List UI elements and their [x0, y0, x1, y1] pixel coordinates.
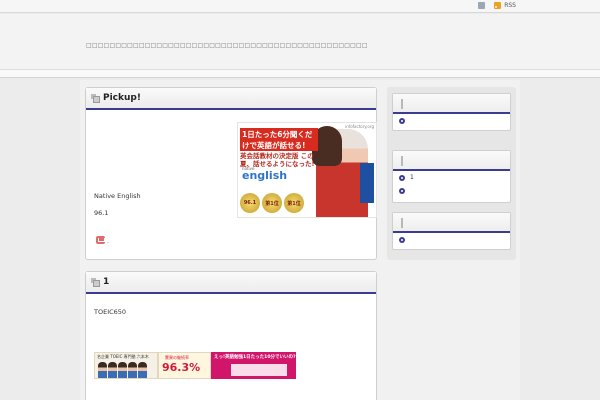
site-header: □□□□□□□□□□□□□□□□□□□□□□□□□□□□□□□□□□□□□□□□…	[0, 14, 600, 70]
rss-links: RSS	[478, 2, 516, 9]
sidebar-widget	[392, 212, 511, 250]
toeic-banner-strip	[231, 364, 287, 376]
widget-list-item[interactable]	[393, 184, 510, 197]
post-title[interactable]: Pickup!	[103, 93, 141, 103]
post-title[interactable]: 1	[103, 277, 109, 287]
site-description: □□□□□□□□□□□□□□□□□□□□□□□□□□□□□□□□□□□□□□□□…	[86, 42, 368, 49]
rss-link[interactable]: RSS	[504, 2, 516, 9]
top-bar: RSS	[0, 0, 600, 13]
banner-side-strip	[360, 163, 374, 203]
post-body-text: TOEIC650	[94, 308, 127, 316]
post-header: 1	[86, 272, 376, 294]
post-pickup: Pickup! infofactory.org 1日たった6分聞くだけで英語が話…	[85, 87, 377, 260]
sidebar: 1	[387, 87, 516, 260]
banner-medals: 96.1 第1位 第1位	[240, 193, 304, 213]
toeic-banner-people	[98, 362, 147, 378]
medal-badge: 第1位	[284, 193, 304, 213]
sidebar-widget: 1	[392, 150, 511, 203]
post-heading-icon	[91, 277, 100, 287]
widget-list-item[interactable]: 1	[393, 171, 510, 184]
product-name: Native English	[94, 192, 141, 200]
medal-badge: 96.1	[240, 193, 260, 213]
widget-list-item[interactable]	[393, 114, 510, 127]
widget-list-item[interactable]	[393, 233, 510, 246]
toeic-banner-left: 名企業 TOEIC 専門塾 六本木	[94, 352, 158, 379]
widget-header	[393, 94, 510, 114]
sidebar-widget	[392, 93, 511, 131]
widget-item-label: 1	[410, 174, 414, 181]
native-english-banner[interactable]: infofactory.org 1日たった6分聞くだけで英語が話せる! 英会話教…	[237, 122, 377, 218]
home-icon[interactable]	[478, 2, 486, 9]
mail-link-suffix: .	[107, 237, 110, 245]
bullet-icon	[399, 187, 405, 194]
banner-logo: english	[242, 169, 288, 182]
bullet-icon	[399, 174, 405, 181]
toeic-banner-question: えっ!英語勉強1日たった10分でいいの?	[214, 355, 296, 360]
toeic-banner-title: 名企業 TOEIC 専門塾 六本木	[97, 354, 149, 359]
rss-icon[interactable]	[494, 2, 502, 9]
post-toeic: 1 TOEIC650 名企業 TOEIC 専門塾 六本木 驚異の継続率 96.3…	[85, 271, 377, 400]
post-header: Pickup!	[86, 88, 376, 110]
nav-bar	[0, 70, 600, 78]
banner-headline: 1日たった6分聞くだけで英語が話せる!	[240, 128, 318, 151]
banner-tag: infofactory.org	[345, 124, 374, 129]
toeic-banner-right: えっ!英語勉強1日たった10分でいいの?	[211, 352, 296, 379]
post-heading-icon	[91, 93, 100, 103]
toeic-banner-rate: 驚異の継続率 96.3%	[158, 352, 211, 379]
medal-badge: 第1位	[262, 193, 282, 213]
widget-header	[393, 213, 510, 233]
bullet-icon	[399, 117, 405, 124]
toeic-rate-value: 96.3%	[162, 361, 201, 374]
mail-icon[interactable]	[96, 236, 105, 244]
bullet-icon	[399, 236, 405, 243]
toeic-banner[interactable]: 名企業 TOEIC 専門塾 六本木 驚異の継続率 96.3% えっ!英語勉強1日…	[94, 352, 296, 379]
product-score: 96.1	[94, 209, 109, 217]
widget-header	[393, 151, 510, 171]
